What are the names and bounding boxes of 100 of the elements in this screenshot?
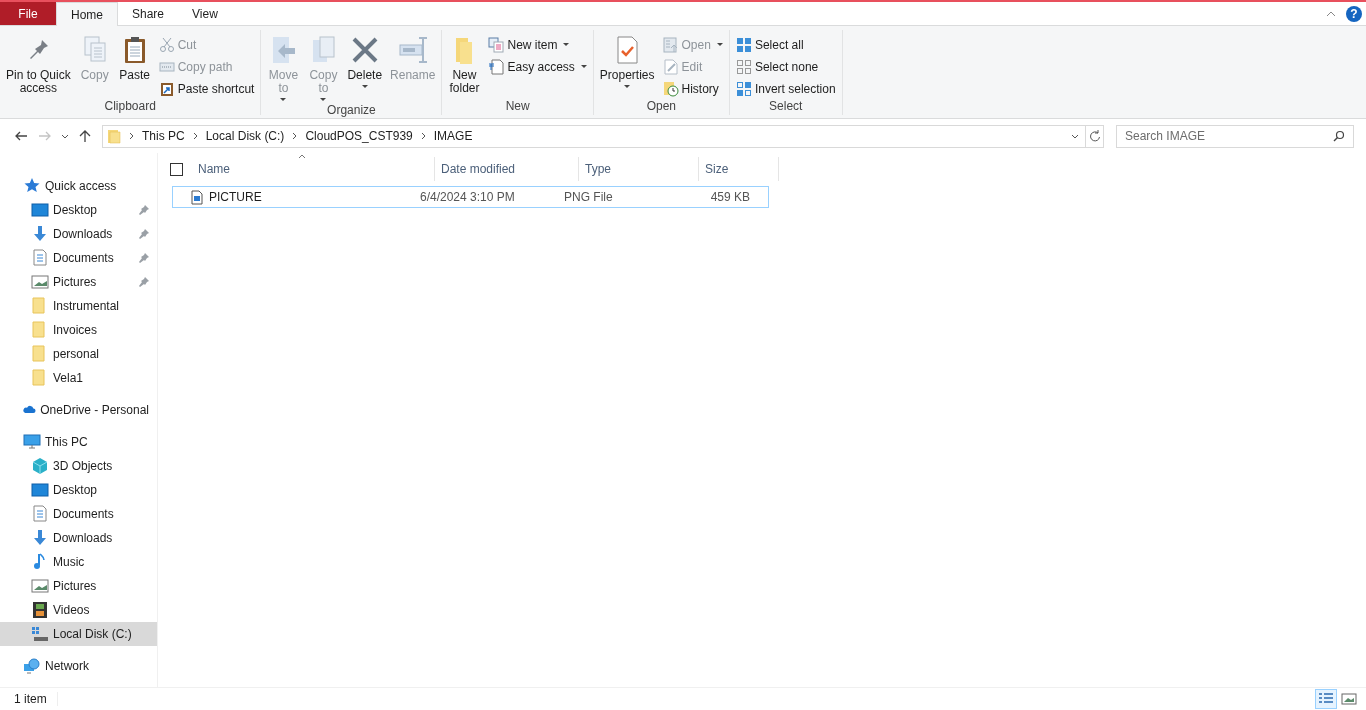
ribbon-button[interactable]: Easy access	[485, 56, 590, 77]
navigation-item[interactable]: Downloads	[0, 526, 157, 550]
ribbon-button[interactable]: New folder	[445, 32, 484, 99]
navigation-item[interactable]: Videos	[0, 598, 157, 622]
desktop-icon	[31, 481, 49, 499]
desktop-icon	[31, 201, 49, 219]
navigation-item[interactable]: 3D Objects	[0, 454, 157, 478]
caret-icon	[624, 85, 631, 88]
search-icon	[1333, 130, 1345, 142]
rename-icon	[396, 34, 429, 66]
table-cell: PNG File	[564, 190, 613, 204]
history-icon	[662, 80, 679, 97]
document-icon	[31, 249, 49, 267]
back-arrow-icon	[14, 129, 28, 143]
star-icon	[23, 177, 41, 195]
ribbon-button[interactable]: Properties	[596, 32, 658, 99]
drive-icon	[31, 625, 49, 643]
table-cell: PICTURE	[209, 190, 262, 204]
computer-icon	[23, 433, 41, 451]
caret-icon	[320, 98, 327, 101]
shortcut-icon	[158, 80, 175, 97]
navigation-item[interactable]: Pictures	[0, 270, 157, 294]
open-icon	[662, 36, 679, 53]
table-cell: 459 KB	[710, 190, 750, 204]
group-label: Select	[768, 99, 804, 115]
navigation-item[interactable]: Desktop	[0, 478, 157, 502]
column-header[interactable]: Size	[699, 157, 779, 181]
column-header[interactable]: Name	[192, 157, 435, 181]
cube-icon	[31, 457, 49, 475]
details-view-button[interactable]	[1315, 689, 1337, 709]
chevron-right-icon	[129, 132, 134, 140]
ribbon-button[interactable]: Paste shortcut	[155, 78, 258, 99]
ribbon-tab[interactable]: File	[0, 2, 56, 25]
ribbon-tab[interactable]: Home	[56, 2, 118, 26]
address-bar[interactable]: This PC Local Disk (C:) CloudPOS_CST939 IMAGE	[102, 124, 1086, 148]
ribbon-button[interactable]: New item	[485, 34, 590, 55]
document-icon	[31, 505, 49, 523]
navigation-item[interactable]: personal	[0, 342, 157, 366]
chevron-down-icon	[1071, 133, 1079, 139]
ribbon-button[interactable]: Pin to Quick access	[3, 32, 74, 99]
navigation-item[interactable]: Invoices	[0, 318, 157, 342]
item-count: 1 item	[14, 692, 58, 706]
ribbon-tab[interactable]: Share	[118, 2, 179, 25]
new-item-icon	[488, 36, 505, 53]
caret-icon	[563, 43, 570, 46]
breadcrumb[interactable]: IMAGE	[433, 129, 473, 143]
edit-icon	[662, 58, 679, 75]
column-header[interactable]: Type	[579, 157, 699, 181]
help-button[interactable]: ?	[1346, 5, 1362, 22]
film-icon	[31, 601, 49, 619]
ribbon-tab[interactable]: View	[178, 2, 232, 25]
download-arrow-icon	[31, 529, 49, 547]
network-icon	[23, 657, 41, 675]
picture-icon	[31, 273, 49, 291]
select-all-checkbox[interactable]	[170, 162, 183, 176]
caret-icon	[361, 85, 368, 88]
breadcrumb[interactable]: This PC	[142, 129, 185, 143]
navigation-item[interactable]: Quick access	[0, 174, 157, 198]
caret-icon	[280, 98, 287, 101]
file-row[interactable]: PICTURE 6/4/2024 3:10 PM PNG File 459 KB	[172, 186, 769, 208]
caret-icon	[716, 43, 723, 46]
navigation-item[interactable]: Documents	[0, 502, 157, 526]
column-header[interactable]: Date modified	[435, 157, 579, 181]
ribbon-button[interactable]: Paste	[115, 32, 154, 99]
sort-up-icon	[298, 154, 306, 159]
breadcrumb[interactable]: CloudPOS_CST939	[305, 129, 413, 143]
chevron-right-icon	[420, 132, 426, 140]
navigation-item[interactable]: Desktop	[0, 198, 157, 222]
easy-access-icon	[488, 58, 505, 75]
navigation-item[interactable]: Vela1	[0, 366, 157, 390]
navigation-item[interactable]: This PC	[0, 430, 157, 454]
large-icons-view-icon	[1340, 691, 1358, 707]
group-label: New	[504, 99, 531, 115]
pin-icon	[139, 229, 149, 239]
navigation-item[interactable]: OneDrive - Personal	[0, 398, 157, 422]
navigation-item[interactable]: Downloads	[0, 222, 157, 246]
refresh-icon	[1088, 130, 1101, 142]
group-label: Clipboard	[103, 99, 157, 115]
search-field[interactable]: Search IMAGE	[1125, 125, 1333, 147]
refresh-button[interactable]	[1086, 124, 1104, 148]
invert-selection-icon	[735, 80, 752, 97]
collapse-ribbon-icon	[1326, 10, 1336, 17]
navigation-item[interactable]: Local Disk (C:)	[0, 622, 157, 646]
ribbon-button[interactable]: Select all	[732, 34, 839, 55]
chevron-right-icon	[192, 132, 198, 140]
navigation-item[interactable]: Network	[0, 654, 157, 678]
breadcrumb[interactable]: Local Disk (C:)	[205, 129, 285, 143]
ribbon-button[interactable]: Delete	[344, 32, 386, 103]
pin-icon	[139, 277, 149, 287]
search-box[interactable]: Search IMAGE	[1116, 124, 1354, 148]
ribbon-button[interactable]: Invert selection	[732, 78, 839, 99]
picture-icon	[31, 577, 49, 595]
forward-arrow-icon	[38, 129, 52, 143]
navigation-item[interactable]: Instrumental	[0, 294, 157, 318]
navigation-item[interactable]: Documents	[0, 246, 157, 270]
navigation-item[interactable]: Pictures	[0, 574, 157, 598]
navigation-item[interactable]: Music	[0, 550, 157, 574]
caret-icon	[580, 65, 587, 68]
ribbon-button[interactable]: Select none	[732, 56, 839, 77]
ribbon-button[interactable]: History	[659, 78, 726, 99]
